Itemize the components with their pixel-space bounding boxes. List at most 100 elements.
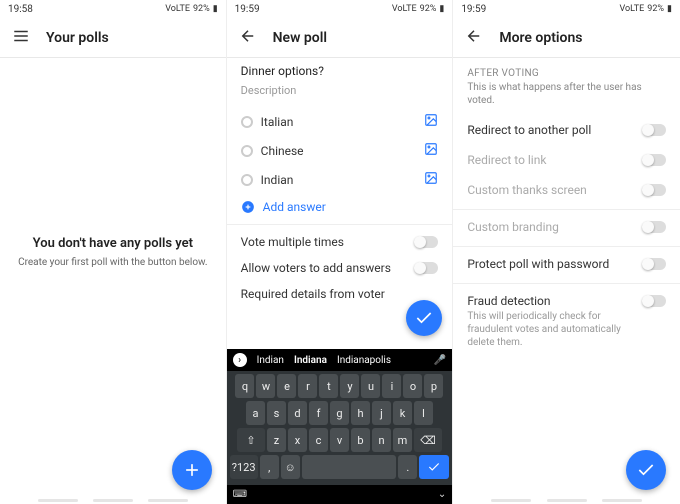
option-branding[interactable]: Custom branding bbox=[453, 209, 680, 242]
key-k[interactable]: k bbox=[393, 401, 412, 425]
key-y[interactable]: y bbox=[340, 374, 359, 398]
option-label: Indian bbox=[261, 173, 294, 187]
key-x[interactable]: x bbox=[288, 428, 307, 452]
clock: 19:58 bbox=[8, 4, 33, 15]
toggle[interactable] bbox=[642, 221, 666, 233]
screen-your-polls: 19:58 VoLTE92%▮ Your polls You don't hav… bbox=[0, 0, 227, 504]
key-enter[interactable] bbox=[419, 455, 449, 479]
battery: 92% bbox=[193, 4, 210, 14]
empty-title: You don't have any polls yet bbox=[11, 236, 214, 251]
key-d[interactable]: d bbox=[288, 401, 307, 425]
app-bar: Your polls bbox=[0, 18, 226, 58]
poll-option[interactable]: Indian bbox=[227, 165, 453, 194]
key-e[interactable]: e bbox=[277, 374, 296, 398]
back-icon[interactable] bbox=[465, 27, 483, 49]
option-label: Italian bbox=[261, 115, 294, 129]
poll-option[interactable]: Chinese bbox=[227, 136, 453, 165]
option-redirect-link[interactable]: Redirect to link bbox=[453, 145, 680, 175]
setting-allow-add[interactable]: Allow voters to add answers bbox=[227, 255, 453, 281]
suggestion[interactable]: Indianapolis bbox=[337, 355, 391, 366]
key-p[interactable]: p bbox=[424, 374, 443, 398]
page-title: New poll bbox=[273, 30, 327, 46]
toggle[interactable] bbox=[642, 154, 666, 166]
confirm-fab[interactable] bbox=[626, 450, 666, 490]
key-period[interactable]: . bbox=[398, 455, 417, 479]
android-navbar bbox=[0, 499, 226, 502]
toggle[interactable] bbox=[642, 124, 666, 136]
key-space[interactable] bbox=[302, 455, 397, 479]
key-backspace[interactable]: ⌫ bbox=[414, 428, 442, 452]
key-i[interactable]: i bbox=[382, 374, 401, 398]
android-navbar bbox=[453, 499, 680, 502]
image-icon[interactable] bbox=[424, 142, 438, 159]
suggestion[interactable]: Indian bbox=[257, 355, 284, 366]
key-v[interactable]: v bbox=[330, 428, 349, 452]
key-g[interactable]: g bbox=[330, 401, 349, 425]
radio-icon bbox=[241, 145, 253, 157]
option-label: Chinese bbox=[261, 144, 304, 158]
key-a[interactable]: a bbox=[246, 401, 265, 425]
image-icon[interactable] bbox=[424, 171, 438, 188]
keyboard-bottom-bar: ⌨ ⌄ bbox=[227, 485, 453, 504]
collapse-keyboard-icon[interactable]: ⌄ bbox=[438, 489, 446, 500]
key-w[interactable]: w bbox=[256, 374, 275, 398]
suggestion-bar: › Indian Indiana Indianapolis 🎤 bbox=[227, 349, 453, 371]
toggle[interactable] bbox=[642, 295, 666, 307]
key-f[interactable]: f bbox=[309, 401, 328, 425]
toggle[interactable] bbox=[642, 258, 666, 270]
suggestion[interactable]: Indiana bbox=[294, 355, 327, 366]
key-comma[interactable]: , bbox=[260, 455, 279, 479]
key-j[interactable]: j bbox=[372, 401, 391, 425]
section-header: AFTER VOTING bbox=[453, 58, 680, 81]
option-thanks-screen[interactable]: Custom thanks screen bbox=[453, 175, 680, 205]
create-poll-fab[interactable] bbox=[172, 450, 212, 490]
status-bar: 19:59 VoLTE92%▮ bbox=[227, 0, 453, 18]
hamburger-icon[interactable] bbox=[12, 27, 30, 49]
setting-vote-multiple[interactable]: Vote multiple times bbox=[227, 224, 453, 255]
key-emoji[interactable]: ☺ bbox=[281, 455, 300, 479]
option-password[interactable]: Protect poll with password bbox=[453, 246, 680, 279]
key-n[interactable]: n bbox=[372, 428, 391, 452]
key-h[interactable]: h bbox=[351, 401, 370, 425]
key-c[interactable]: c bbox=[309, 428, 328, 452]
keyboard-switch-icon[interactable]: ⌨ bbox=[233, 489, 247, 500]
key-u[interactable]: u bbox=[361, 374, 380, 398]
page-title: More options bbox=[499, 30, 582, 46]
toggle[interactable] bbox=[642, 184, 666, 196]
poll-option[interactable]: Italian bbox=[227, 107, 453, 136]
app-bar: More options bbox=[453, 18, 680, 58]
radio-icon bbox=[241, 116, 253, 128]
key-b[interactable]: b bbox=[351, 428, 370, 452]
key-l[interactable]: l bbox=[414, 401, 433, 425]
key-z[interactable]: z bbox=[267, 428, 286, 452]
option-redirect-poll[interactable]: Redirect to another poll bbox=[453, 115, 680, 145]
section-description: This is what happens after the user has … bbox=[453, 81, 680, 115]
key-t[interactable]: t bbox=[319, 374, 338, 398]
description-input[interactable]: Description bbox=[227, 84, 453, 107]
app-bar: New poll bbox=[227, 18, 453, 58]
key-s[interactable]: s bbox=[267, 401, 286, 425]
key-shift[interactable]: ⇧ bbox=[237, 428, 265, 452]
key-symbols[interactable]: ?123 bbox=[230, 455, 258, 479]
toggle[interactable] bbox=[414, 236, 438, 248]
soft-keyboard[interactable]: › Indian Indiana Indianapolis 🎤 qwertyui… bbox=[227, 349, 453, 504]
status-bar: 19:59 VoLTE92%▮ bbox=[453, 0, 680, 18]
mic-icon[interactable]: 🎤 bbox=[434, 355, 446, 366]
screen-new-poll: 19:59 VoLTE92%▮ New poll Dinner options?… bbox=[227, 0, 454, 504]
radio-icon bbox=[241, 174, 253, 186]
page-title: Your polls bbox=[46, 30, 109, 46]
expand-suggestions-icon[interactable]: › bbox=[233, 353, 247, 367]
key-o[interactable]: o bbox=[403, 374, 422, 398]
key-q[interactable]: q bbox=[235, 374, 254, 398]
key-r[interactable]: r bbox=[298, 374, 317, 398]
key-m[interactable]: m bbox=[393, 428, 412, 452]
screen-more-options: 19:59 VoLTE92%▮ More options AFTER VOTIN… bbox=[453, 0, 680, 504]
question-input[interactable]: Dinner options? bbox=[227, 58, 453, 84]
option-fraud-detection[interactable]: Fraud detection This will periodically c… bbox=[453, 283, 680, 357]
image-icon[interactable] bbox=[424, 113, 438, 130]
save-poll-fab[interactable] bbox=[406, 300, 442, 336]
empty-state: You don't have any polls yet Create your… bbox=[11, 236, 214, 268]
back-icon[interactable] bbox=[239, 27, 257, 49]
toggle[interactable] bbox=[414, 262, 438, 274]
add-answer-button[interactable]: Add answer bbox=[227, 194, 453, 220]
